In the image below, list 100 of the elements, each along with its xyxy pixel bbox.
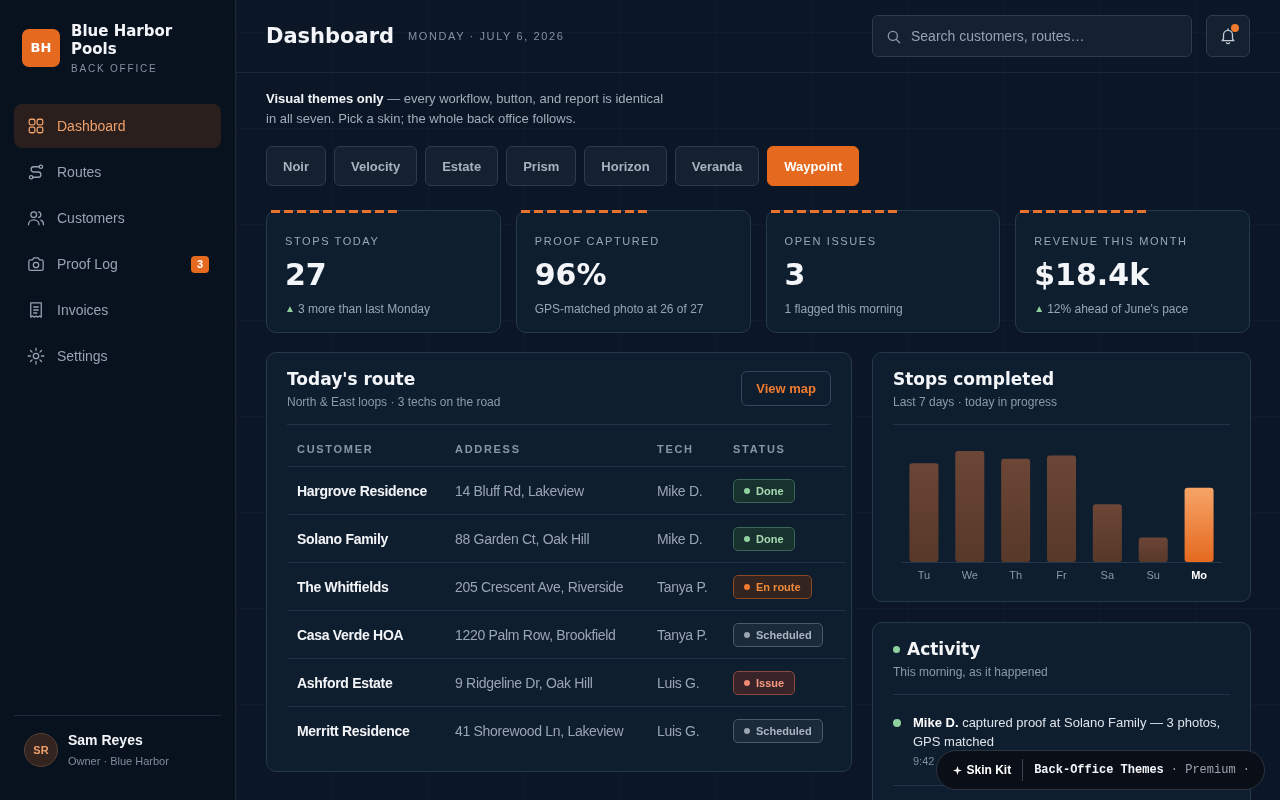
card-title: Today's route [287,368,417,390]
tier-label: · Premium · [1170,763,1250,777]
status-dot-icon [744,728,750,734]
status-text: Done [756,532,784,545]
table-cell: Mike D. [657,482,703,499]
table-cell: 88 Garden Ct, Oak Hill [455,530,590,547]
intro-text: Visual themes only — every workflow, button, and report is identical in all seven. Pick a skin; the whole back office follows. [266,90,665,128]
camera-icon [27,255,45,273]
axis-label: Fr [1056,569,1067,581]
logo-tile: BH [22,29,60,67]
kpi-note: 12% ahead of June's pace [1047,301,1189,317]
chart-bar [1092,504,1122,562]
kpi-value: 96% [534,257,608,293]
nav-item[interactable]: Settings [14,334,221,378]
search-icon [886,29,901,44]
card-title: Activity [907,638,981,660]
table-cell: Mike D. [657,530,703,547]
search-field[interactable]: Search customers, routes… [872,15,1192,57]
table-cell: Ashford Estate [297,674,393,691]
table-cell: Hargrove Residence [297,482,427,499]
theme-button[interactable]: Veranda [674,146,760,186]
promo-name: Skin Kit [966,763,1012,777]
user-name: Sam Reyes [68,732,144,748]
kpi-label: REVENUE THIS MONTH [1034,234,1189,248]
table-cell: 1220 Palm Row, Brookfield [455,626,616,643]
theme-button[interactable]: Prism [506,146,577,186]
sparkle-icon [953,765,963,775]
nav-item[interactable]: Customers [14,196,221,240]
table-cell: The Whitfields [297,578,389,595]
table-cell: Luis G. [657,723,700,739]
nav-item[interactable]: Routes [14,150,221,194]
nav-item[interactable]: Dashboard [14,104,221,148]
table-cell: 205 Crescent Ave, Riverside [455,578,624,595]
table-cell: Luis G. [657,674,700,691]
axis-label: We [961,569,978,581]
brand-name: Blue Harbor Pools [71,22,174,58]
column-header: ADDRESS [455,443,521,455]
kpi-value: 3 [784,257,807,293]
kpi-label: STOPS TODAY [285,234,381,248]
promo-title: Back-Office Themes [1034,763,1164,777]
theme-button[interactable]: Horizon [584,146,667,186]
receipt-icon [27,301,45,319]
axis-label: Mo [1191,569,1207,581]
kpi-value: $18.4k [1034,257,1151,293]
nav-item[interactable]: Proof Log 3 [14,242,221,286]
table-cell: Casa Verde HOA [297,626,404,643]
trend-triangle-icon: ▲ [285,303,295,315]
table-cell: 9 Ridgeline Dr, Oak Hill [455,674,593,691]
notifications-button[interactable] [1206,15,1250,57]
axis-label: Tu [917,569,931,581]
route-icon [27,163,45,181]
column-header: CUSTOMER [297,443,374,455]
trend-triangle-icon: ▲ [1034,303,1045,315]
axis-label: Su [1146,569,1160,581]
count-badge: 3 [190,255,209,273]
page-title: Dashboard [266,23,395,50]
table-cell: Tanya P. [657,626,708,643]
kpi-note: 3 more than last Monday [297,301,430,317]
status-text: Issue [756,676,785,689]
view-map-button[interactable]: View map [741,371,831,406]
theme-button[interactable]: Estate [425,146,499,186]
activity-time: 9:42 [913,754,935,768]
kpi-label: PROOF CAPTURED [534,234,661,248]
table-cell: Merritt Residence [297,723,410,739]
kpi-value: 27 [285,257,328,293]
status-dot-icon [744,487,750,494]
status-text: Scheduled [756,725,812,737]
status-dot-icon [744,583,750,590]
bell-icon [1219,27,1237,45]
card-subtitle: Last 7 days · today in progress [893,394,1058,410]
card-title: Stops completed [893,368,1056,390]
table-cell: Tanya P. [657,578,708,595]
status-text: Done [756,484,784,497]
settings-icon [27,347,45,365]
brand-tagline: BACK OFFICE [71,63,159,74]
axis-label: Th [1009,569,1023,581]
users-icon [27,209,45,227]
theme-button[interactable]: Noir [266,146,326,186]
status-text: Scheduled [756,628,812,641]
column-header: STATUS [733,443,786,455]
activity-text: Mike D. captured proof at Solano Family — 3 photos, GPS matched [913,714,1222,751]
axis-label: Sa [1100,569,1115,581]
theme-button[interactable]: Velocity [334,146,418,186]
table-cell: Solano Family [297,530,388,547]
user-role: Owner · Blue Harbor [68,755,169,767]
status-text: En route [756,580,801,593]
date-label: MONDAY · JULY 6, 2026 [408,30,565,42]
kpi-note: 1 flagged this morning [784,301,903,317]
status-dot-icon [744,535,750,542]
table-cell: 41 Shorewood Ln, Lakeview [455,723,624,739]
nav-item[interactable]: Invoices [14,288,221,332]
card-subtitle: North & East loops · 3 techs on the road [287,394,501,410]
kpi-note: GPS-matched photo at 26 of 27 [534,301,704,317]
kpi-label: OPEN ISSUES [784,234,878,248]
grid-icon [27,117,45,135]
status-dot-icon [744,631,750,638]
chart-bar [1138,537,1168,562]
status-dot-icon [744,679,750,686]
card-subtitle: This morning, as it happened [893,664,1048,680]
table-cell: 14 Bluff Rd, Lakeview [455,482,584,499]
